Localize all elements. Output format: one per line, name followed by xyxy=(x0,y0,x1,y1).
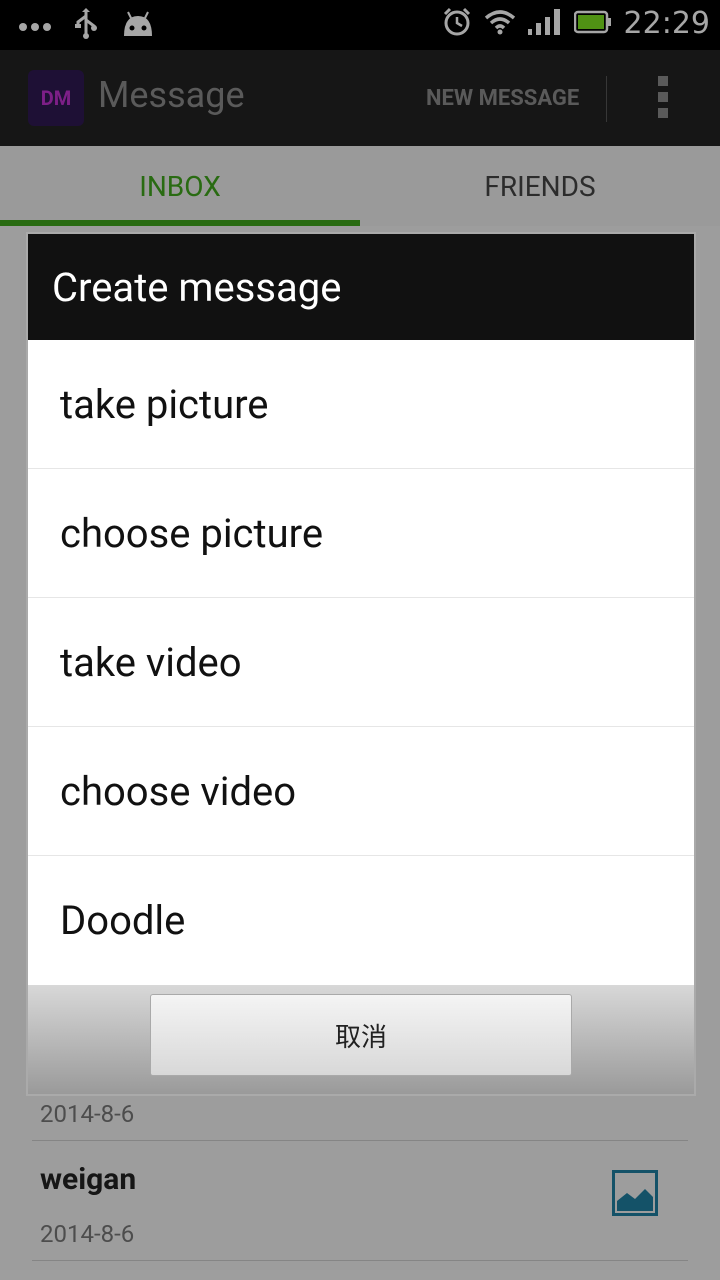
create-message-dialog: Create message take picture choose pictu… xyxy=(28,234,694,1094)
option-doodle[interactable]: Doodle xyxy=(28,856,694,985)
dialog-options: take picture choose picture take video c… xyxy=(28,340,694,985)
option-choose-video[interactable]: choose video xyxy=(28,727,694,856)
dialog-title: Create message xyxy=(28,234,694,340)
option-take-picture[interactable]: take picture xyxy=(28,340,694,469)
cancel-button[interactable]: 取消 xyxy=(150,994,572,1076)
option-take-video[interactable]: take video xyxy=(28,598,694,727)
dialog-footer: 取消 xyxy=(28,985,694,1094)
option-choose-picture[interactable]: choose picture xyxy=(28,469,694,598)
